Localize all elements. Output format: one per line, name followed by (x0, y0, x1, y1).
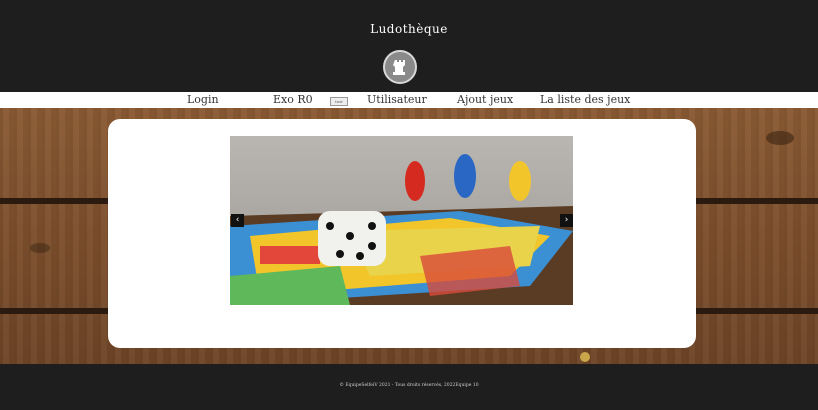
nav-badge[interactable]: test (330, 97, 348, 106)
carousel-slide (230, 136, 573, 305)
nav-ajout-jeux[interactable]: Ajout jeux (457, 93, 513, 106)
board-game-photo (230, 136, 573, 305)
footer-copyright: © EquipeSelfeiV 2021 - Tous droits réser… (339, 383, 479, 388)
nav-liste-jeux[interactable]: La liste des jeux (540, 93, 630, 106)
carousel-next-button[interactable]: › (560, 214, 573, 227)
rook-icon[interactable] (383, 50, 417, 84)
site-footer: © EquipeSelfeiV 2021 - Tous droits réser… (0, 364, 818, 410)
nav-login[interactable]: Login (187, 93, 219, 106)
nav-exo-r0[interactable]: Exo R0 (273, 93, 313, 106)
site-title: Ludothèque (370, 22, 448, 36)
nav-utilisateur[interactable]: Utilisateur (367, 93, 427, 106)
site-header: Ludothèque (0, 0, 818, 92)
main-nav: Login Exo R0 test Utilisateur Ajout jeux… (0, 92, 818, 108)
carousel-prev-button[interactable]: ‹ (231, 214, 244, 227)
